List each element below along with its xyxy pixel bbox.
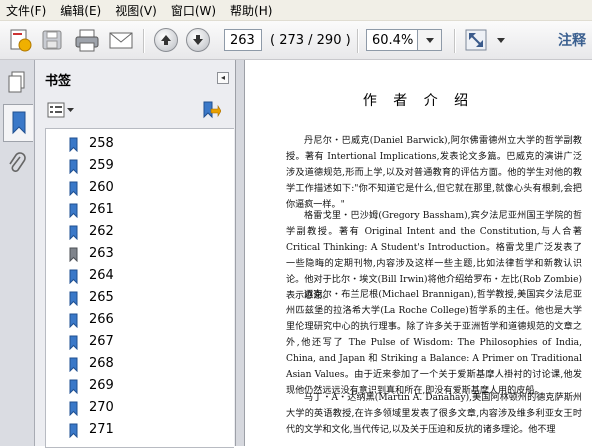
bookmark-icon (69, 291, 78, 306)
bookmark-item[interactable]: 262 (46, 221, 234, 243)
bookmark-icon (69, 423, 78, 438)
chevron-down-icon (425, 38, 434, 43)
navigation-tabs (0, 60, 35, 446)
arrow-down-icon (186, 28, 210, 52)
annotate-button[interactable]: 注释 (558, 30, 586, 50)
bookmark-item[interactable]: 260 (46, 177, 234, 199)
previous-page-button[interactable] (152, 26, 180, 54)
bookmark-label: 264 (89, 268, 114, 283)
bookmark-arrow-icon (203, 101, 222, 119)
bookmark-label: 271 (89, 422, 114, 437)
bookmark-item[interactable]: 270 (46, 397, 234, 419)
bookmark-item[interactable]: 268 (46, 353, 234, 375)
bookmark-label: 263 (89, 246, 114, 261)
chevron-down-icon (497, 38, 505, 43)
printer-icon (75, 29, 99, 52)
bookmark-label: 258 (89, 136, 114, 151)
bookmark-item[interactable]: 265 (46, 287, 234, 309)
bookmarks-toolbar (35, 98, 235, 124)
page-count: ( 273 / 290 ) (270, 32, 351, 48)
page-number-input[interactable]: 263 (224, 29, 262, 51)
print-button[interactable] (72, 26, 102, 54)
bookmark-icon (69, 313, 78, 328)
bookmark-label: 267 (89, 334, 114, 349)
save-icon (42, 30, 62, 50)
bookmark-icon (69, 225, 78, 240)
tab-pages[interactable] (3, 64, 31, 100)
toolbar-options-button[interactable] (494, 26, 508, 54)
bookmark-icon (69, 203, 78, 218)
bookmark-label: 262 (89, 224, 114, 239)
bookmark-item[interactable]: 261 (46, 199, 234, 221)
bookmark-item[interactable]: 263 (46, 243, 234, 265)
bookmark-item[interactable]: 271 (46, 419, 234, 441)
bookmark-icon (69, 379, 78, 394)
bookmark-icon (69, 181, 78, 196)
bookmark-item[interactable]: 259 (46, 155, 234, 177)
bookmarks-header: 书签 ◂ (35, 60, 235, 96)
bookmark-label: 270 (89, 400, 114, 415)
menu-view[interactable]: 视图(V) (109, 2, 165, 19)
menu-bar: 文件(F) 编辑(E) 视图(V) 窗口(W) 帮助(H) (0, 0, 592, 21)
collapse-panel-button[interactable]: ◂ (217, 72, 229, 84)
bookmark-item[interactable]: 258 (46, 133, 234, 155)
zoom-input[interactable]: 60.4% (366, 29, 418, 51)
toolbar-separator (454, 29, 456, 53)
toolbar: 263 ( 273 / 290 ) 60.4% 注释 (0, 21, 592, 60)
bookmark-icon (69, 335, 78, 350)
document-paragraph: 马丁・A・达纳黑(Martin A. Danahay),美国阿林顿州的德克萨斯州… (286, 393, 582, 435)
tab-bookmarks[interactable] (3, 104, 33, 142)
pages-icon (8, 71, 25, 93)
paperclip-icon (9, 152, 26, 172)
envelope-icon (109, 32, 133, 49)
bookmark-icon (69, 159, 78, 174)
bookmarks-panel: 书签 ◂ 258 259 260 261 262 263 264 265 266 267 268 26… (35, 60, 235, 448)
panel-title: 书签 (45, 74, 72, 89)
menu-help[interactable]: 帮助(H) (224, 2, 280, 19)
bookmark-icon (69, 401, 78, 416)
expand-icon (465, 29, 487, 51)
create-pdf-icon (10, 29, 32, 52)
bookmark-icon (69, 357, 78, 372)
bookmark-icon (12, 111, 25, 135)
toolbar-separator (143, 29, 145, 53)
menu-window[interactable]: 窗口(W) (165, 2, 224, 19)
bookmark-list: 258 259 260 261 262 263 264 265 266 267 268 269 270 2… (45, 128, 234, 448)
bookmark-item[interactable]: 266 (46, 309, 234, 331)
document-heading: 作 者 介 绍 (362, 93, 475, 109)
tab-attachments[interactable] (3, 146, 31, 182)
create-pdf-button[interactable] (6, 26, 34, 54)
options-button[interactable] (47, 100, 75, 120)
next-page-button[interactable] (184, 26, 212, 54)
full-screen-button[interactable] (462, 26, 490, 54)
save-button[interactable] (38, 26, 66, 54)
panel-splitter[interactable] (235, 60, 245, 446)
bookmark-label: 261 (89, 202, 114, 217)
bookmark-icon (69, 137, 78, 152)
document-view: 作 者 介 绍 丹尼尔・巴威克(Daniel Barwick),阿尔佛雷德州立大… (245, 60, 592, 446)
bookmark-label: 265 (89, 290, 114, 305)
bookmark-icon (69, 247, 78, 262)
list-options-icon (47, 102, 65, 118)
zoom-dropdown-button[interactable] (418, 29, 442, 51)
bookmark-label: 269 (89, 378, 114, 393)
menu-file[interactable]: 文件(F) (0, 2, 54, 19)
bookmark-label: 266 (89, 312, 114, 327)
bookmark-item[interactable]: 269 (46, 375, 234, 397)
expand-bookmark-button[interactable] (201, 100, 223, 120)
arrow-up-icon (154, 28, 178, 52)
bookmark-item[interactable]: 264 (46, 265, 234, 287)
toolbar-separator (357, 29, 359, 53)
bookmark-item[interactable]: 267 (46, 331, 234, 353)
bookmark-icon (69, 269, 78, 284)
email-button[interactable] (106, 26, 136, 54)
document-paragraph: 迈克尔・布兰尼根(Michael Brannigan),哲学教授,美国宾夕法尼亚… (286, 290, 582, 396)
menu-edit[interactable]: 编辑(E) (54, 2, 109, 19)
document-paragraph: 丹尼尔・巴威克(Daniel Barwick),阿尔佛雷德州立大学的哲学副教授。… (286, 136, 582, 210)
bookmark-label: 259 (89, 158, 114, 173)
bookmark-label: 268 (89, 356, 114, 371)
chevron-down-icon (67, 108, 74, 112)
bookmark-label: 260 (89, 180, 114, 195)
